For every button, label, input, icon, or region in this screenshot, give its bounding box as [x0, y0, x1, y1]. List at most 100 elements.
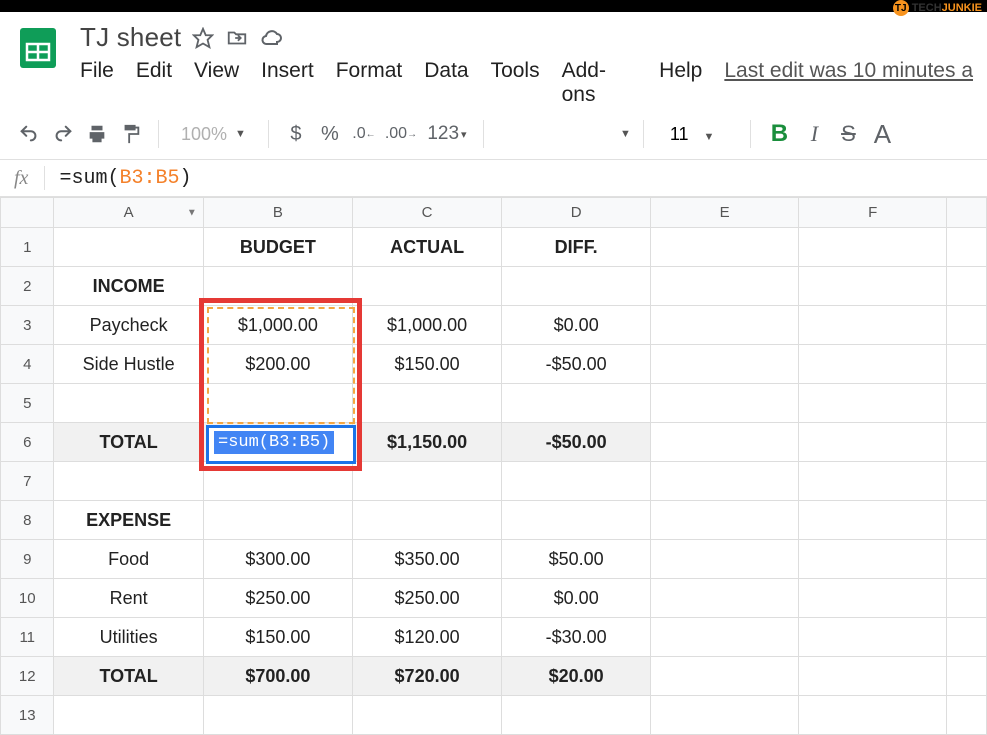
cell-c5[interactable] [352, 384, 501, 423]
row-header-2[interactable]: 2 [1, 267, 54, 306]
font-size-select[interactable]: 11 ▼ [656, 124, 739, 145]
cell-d10[interactable]: $0.00 [502, 579, 651, 618]
cell-c11[interactable]: $120.00 [352, 618, 501, 657]
strikethrough-button[interactable]: S [833, 119, 863, 149]
increase-decimal-icon[interactable]: .00→ [383, 119, 419, 149]
menu-insert[interactable]: Insert [261, 59, 314, 107]
cell-b9[interactable]: $300.00 [203, 540, 352, 579]
cell-a12[interactable]: TOTAL [54, 657, 203, 696]
cell-b2[interactable] [203, 267, 352, 306]
cell-d11[interactable]: -$30.00 [502, 618, 651, 657]
cell-b12[interactable]: $700.00 [203, 657, 352, 696]
cell-d4[interactable]: -$50.00 [502, 345, 651, 384]
cell-a1[interactable] [54, 228, 203, 267]
menu-addons[interactable]: Add-ons [562, 59, 638, 107]
cell-d12[interactable]: $20.00 [502, 657, 651, 696]
cell-b3[interactable]: $1,000.00 [203, 306, 352, 345]
cell-a4[interactable]: Side Hustle [54, 345, 203, 384]
italic-button[interactable]: I [799, 119, 829, 149]
zoom-select[interactable]: 100% ▼ [171, 124, 256, 145]
cell-d3[interactable]: $0.00 [502, 306, 651, 345]
cell-a9[interactable]: Food [54, 540, 203, 579]
menu-help[interactable]: Help [659, 59, 702, 107]
text-color-button[interactable]: A [867, 119, 897, 149]
move-folder-icon[interactable] [225, 26, 249, 50]
cell-b4[interactable]: $200.00 [203, 345, 352, 384]
cell-c12[interactable]: $720.00 [352, 657, 501, 696]
font-select[interactable]: ▼ [620, 128, 631, 140]
col-header-b[interactable]: B [203, 198, 352, 228]
print-icon[interactable] [82, 119, 112, 149]
col-header-extra[interactable] [947, 198, 987, 228]
sheets-logo-icon[interactable] [14, 24, 62, 72]
star-icon[interactable] [191, 26, 215, 50]
menu-tools[interactable]: Tools [491, 59, 540, 107]
bold-button[interactable]: B [763, 119, 795, 149]
row-header-9[interactable]: 9 [1, 540, 54, 579]
separator [44, 166, 45, 190]
cell-d5[interactable] [502, 384, 651, 423]
row-header-1[interactable]: 1 [1, 228, 54, 267]
cell-b1[interactable]: BUDGET [203, 228, 352, 267]
cell-d1[interactable]: DIFF. [502, 228, 651, 267]
row-header-8[interactable]: 8 [1, 501, 54, 540]
active-cell-formula[interactable]: =sum(B3:B5) [214, 431, 334, 454]
cell-e1[interactable] [651, 228, 799, 267]
cell-a5[interactable] [54, 384, 203, 423]
undo-icon[interactable] [14, 119, 44, 149]
menu-format[interactable]: Format [336, 59, 403, 107]
row-header-11[interactable]: 11 [1, 618, 54, 657]
cell-d6[interactable]: -$50.00 [502, 423, 651, 462]
select-all-corner[interactable] [1, 198, 54, 228]
separator [483, 120, 484, 148]
cell-b11[interactable]: $150.00 [203, 618, 352, 657]
cell-d2[interactable] [502, 267, 651, 306]
col-header-e[interactable]: E [651, 198, 799, 228]
filter-arrow-icon[interactable]: ▼ [187, 207, 197, 218]
cell-c9[interactable]: $350.00 [352, 540, 501, 579]
row-header-4[interactable]: 4 [1, 345, 54, 384]
row-header-6[interactable]: 6 [1, 423, 54, 462]
cell-b5[interactable] [203, 384, 352, 423]
percent-icon[interactable]: % [315, 119, 345, 149]
last-edit-link[interactable]: Last edit was 10 minutes a [724, 59, 973, 107]
cell-c10[interactable]: $250.00 [352, 579, 501, 618]
cell-a2[interactable]: INCOME [54, 267, 203, 306]
row-header-13[interactable]: 13 [1, 696, 54, 735]
row-header-5[interactable]: 5 [1, 384, 54, 423]
cloud-status-icon[interactable] [259, 26, 283, 50]
cell-a10[interactable]: Rent [54, 579, 203, 618]
cell-c6[interactable]: $1,150.00 [352, 423, 501, 462]
redo-icon[interactable] [48, 119, 78, 149]
row-header-3[interactable]: 3 [1, 306, 54, 345]
cell-c2[interactable] [352, 267, 501, 306]
cell-a8[interactable]: EXPENSE [54, 501, 203, 540]
row-header-12[interactable]: 12 [1, 657, 54, 696]
cell-c1[interactable]: ACTUAL [352, 228, 501, 267]
cell-c3[interactable]: $1,000.00 [352, 306, 501, 345]
menu-view[interactable]: View [194, 59, 239, 107]
number-format-select[interactable]: 123▾ [423, 119, 471, 149]
menu-edit[interactable]: Edit [136, 59, 172, 107]
col-header-a[interactable]: A▼ [54, 198, 203, 228]
col-header-d[interactable]: D [502, 198, 651, 228]
formula-input[interactable]: =sum(B3:B5) [59, 167, 191, 190]
col-header-f[interactable]: F [799, 198, 947, 228]
cell-a3[interactable]: Paycheck [54, 306, 203, 345]
cell-a6[interactable]: TOTAL [54, 423, 203, 462]
cell-d9[interactable]: $50.00 [502, 540, 651, 579]
cell-f1[interactable] [799, 228, 947, 267]
cell-b10[interactable]: $250.00 [203, 579, 352, 618]
row-header-10[interactable]: 10 [1, 579, 54, 618]
cell-a11[interactable]: Utilities [54, 618, 203, 657]
menu-data[interactable]: Data [424, 59, 468, 107]
document-title[interactable]: TJ sheet [80, 22, 181, 53]
paint-format-icon[interactable] [116, 119, 146, 149]
col-header-c[interactable]: C [352, 198, 501, 228]
decrease-decimal-icon[interactable]: .0← [349, 119, 379, 149]
cell-c4[interactable]: $150.00 [352, 345, 501, 384]
currency-icon[interactable]: $ [281, 119, 311, 149]
row-header-7[interactable]: 7 [1, 462, 54, 501]
tj-logo-icon: TJ [893, 0, 909, 16]
menu-file[interactable]: File [80, 59, 114, 107]
